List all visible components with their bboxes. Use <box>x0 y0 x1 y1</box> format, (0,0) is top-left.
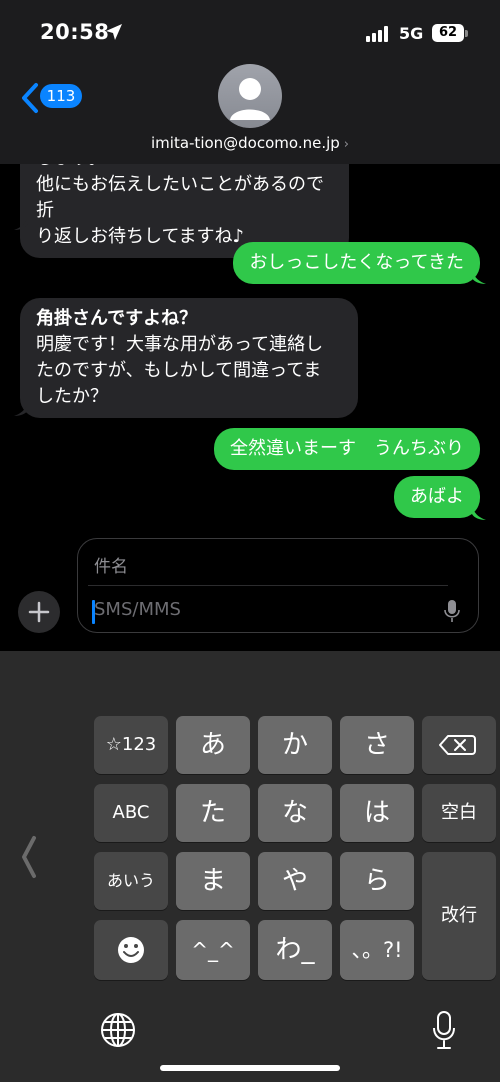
key-ta[interactable]: た <box>176 784 250 842</box>
plus-icon <box>28 601 50 623</box>
emoji-icon <box>118 937 144 963</box>
globe-icon[interactable] <box>100 1012 136 1048</box>
incoming-message[interactable]: 角掛さんですよね？ 明慶です！大事な用があって連絡し たのですが、もしかして間違… <box>20 298 358 418</box>
status-time: 20:58 <box>40 20 110 44</box>
network-type: 5G <box>399 24 424 43</box>
mic-icon[interactable] <box>444 599 460 623</box>
return-key[interactable]: 改行 <box>422 852 496 980</box>
key-ma[interactable]: ま <box>176 852 250 910</box>
outgoing-message[interactable]: あばよ <box>394 476 480 518</box>
key-na[interactable]: な <box>258 784 332 842</box>
key-kaomoji[interactable]: ^_^ <box>176 920 250 980</box>
key-punctuation[interactable]: 、。?! <box>340 920 414 980</box>
key-symbols[interactable]: ☆123 <box>94 716 168 774</box>
chevron-left-icon[interactable] <box>20 82 40 114</box>
message-input[interactable]: SMS/MMS <box>94 599 181 620</box>
battery-cap <box>465 30 468 37</box>
key-ha[interactable]: は <box>340 784 414 842</box>
battery-indicator: 62 <box>432 24 464 42</box>
key-ka[interactable]: か <box>258 716 332 774</box>
contact-name[interactable]: imita-tion@docomo.ne.jp › <box>0 134 500 152</box>
outgoing-message[interactable]: 全然違いまーす うんちぶり <box>214 428 480 470</box>
status-bar: 20:58 5G 62 <box>0 0 500 60</box>
location-arrow-icon <box>106 24 122 40</box>
mic-icon[interactable] <box>432 1010 456 1050</box>
key-a[interactable]: あ <box>176 716 250 774</box>
compose-divider <box>88 585 448 586</box>
key-wa[interactable]: わ_ <box>258 920 332 980</box>
outgoing-message[interactable]: おしっこしたくなってきた <box>233 242 480 284</box>
compose-field[interactable]: 件名 SMS/MMS <box>77 538 479 633</box>
keyboard: ☆123 あ か さ ABC た な は 空白 あいう ま や ら 改行 ^_^… <box>0 651 500 1082</box>
chevron-right-icon: › <box>343 137 349 152</box>
home-indicator[interactable] <box>160 1065 340 1071</box>
contact-avatar[interactable] <box>218 64 282 128</box>
bubble-tail <box>472 506 486 520</box>
add-attachment-button[interactable] <box>18 591 60 633</box>
key-kana[interactable]: あいう <box>94 852 168 910</box>
delete-button[interactable] <box>422 716 496 774</box>
key-abc[interactable]: ABC <box>94 784 168 842</box>
key-ya[interactable]: や <box>258 852 332 910</box>
conversation-header: 113 imita-tion@docomo.ne.jp › <box>0 60 500 164</box>
delete-icon <box>439 735 476 755</box>
key-sa[interactable]: さ <box>340 716 414 774</box>
bubble-tail <box>14 216 28 230</box>
signal-icon <box>366 26 388 42</box>
subject-input[interactable]: 件名 <box>94 552 128 577</box>
back-unread-badge[interactable]: 113 <box>40 84 82 108</box>
space-key[interactable]: 空白 <box>422 784 496 842</box>
bubble-tail <box>472 270 486 284</box>
key-ra[interactable]: ら <box>340 852 414 910</box>
chevron-left-icon[interactable] <box>20 834 38 880</box>
emoji-button[interactable] <box>94 920 168 980</box>
bubble-tail <box>14 402 28 416</box>
person-icon <box>230 78 270 120</box>
